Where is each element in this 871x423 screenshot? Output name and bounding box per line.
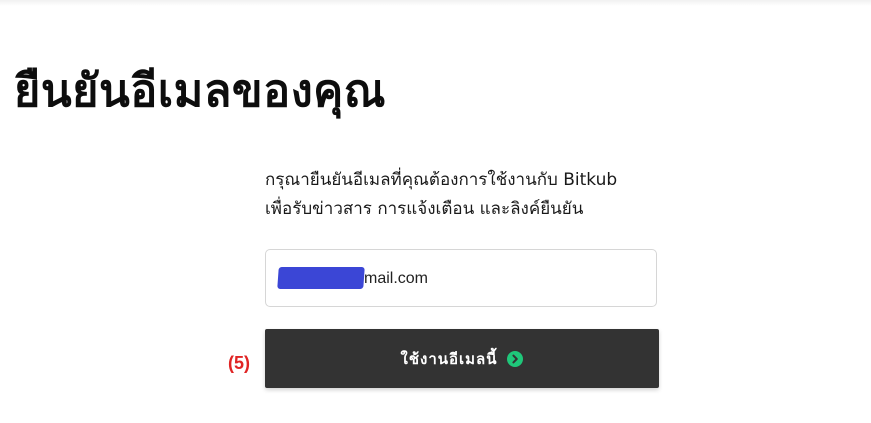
email-field[interactable]: mail.com: [265, 249, 657, 307]
verify-email-page: ยืนยันอีเมลของคุณ กรุณายืนยันอีเมลที่คุณ…: [0, 0, 871, 423]
email-redaction-mark: [277, 267, 365, 289]
instructions-text: กรุณายืนยันอีเมลที่คุณต้องการใช้งานกับ B…: [265, 166, 685, 224]
step-marker: (5): [228, 353, 250, 373]
instructions-line-1: กรุณายืนยันอีเมลที่คุณต้องการใช้งานกับ B…: [265, 170, 618, 190]
arrow-right-circle-icon: [507, 350, 524, 367]
use-this-email-button-label: ใช้งานอีเมลนี้: [400, 350, 498, 368]
instructions-line-2: เพื่อรับข่าวสาร การแจ้งเตือน และลิงค์ยืน…: [265, 199, 584, 219]
header-shadow: [0, 0, 871, 6]
use-this-email-button[interactable]: ใช้งานอีเมลนี้: [265, 329, 659, 388]
page-title: ยืนยันอีเมลของคุณ: [14, 64, 387, 117]
email-field-value: mail.com: [364, 270, 429, 287]
